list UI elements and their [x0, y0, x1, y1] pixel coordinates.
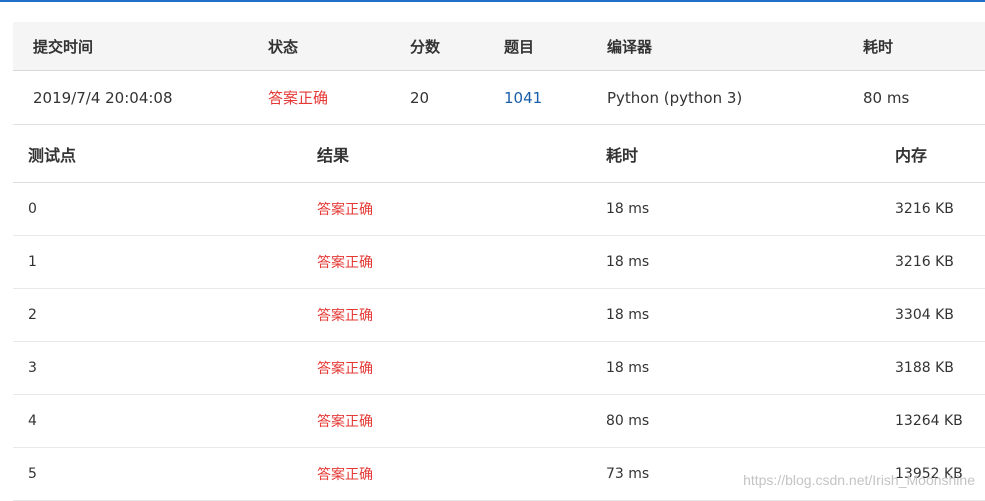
testcase-memory: 3304 KB [880, 288, 985, 342]
testcase-result: 答案正确 [302, 447, 591, 501]
testcase-memory: 3216 KB [880, 235, 985, 289]
testcase-id: 2 [13, 288, 302, 342]
testcase-result: 答案正确 [302, 288, 591, 342]
table-row: 4 答案正确 80 ms 13264 KB [13, 394, 985, 448]
testcase-memory: 3188 KB [880, 341, 985, 395]
testcase-time: 18 ms [591, 235, 880, 289]
testcase-id: 0 [13, 182, 302, 236]
testcase-result: 答案正确 [302, 341, 591, 395]
top-accent-line [0, 0, 985, 2]
testcase-id: 5 [13, 447, 302, 501]
testcase-table: 测试点 结果 耗时 内存 0 答案正确 18 ms 3216 KB 1 答案正确… [13, 126, 985, 501]
testcase-memory: 13264 KB [880, 394, 985, 448]
testcase-result: 答案正确 [302, 235, 591, 289]
testcase-time: 18 ms [591, 341, 880, 395]
submission-summary-table: 提交时间 状态 分数 题目 编译器 耗时 2019/7/4 20:04:08 答… [13, 22, 985, 125]
testcase-id: 3 [13, 341, 302, 395]
table-row: 2 答案正确 18 ms 3304 KB [13, 288, 985, 342]
status-value: 答案正确 [268, 70, 410, 125]
testcase-time: 18 ms [591, 288, 880, 342]
header-time: 耗时 [591, 126, 880, 183]
testcase-result: 答案正确 [302, 182, 591, 236]
watermark: https://blog.csdn.net/Irish_Moonshine [743, 472, 975, 488]
testcase-time: 80 ms [591, 394, 880, 448]
summary-row: 2019/7/4 20:04:08 答案正确 20 1041 Python (p… [13, 70, 985, 125]
header-testcase: 测试点 [13, 126, 302, 183]
header-score: 分数 [410, 22, 504, 71]
duration-value: 80 ms [863, 70, 985, 125]
testcase-memory: 3216 KB [880, 182, 985, 236]
compiler-value: Python (python 3) [607, 70, 863, 125]
submit-time-value: 2019/7/4 20:04:08 [13, 70, 268, 125]
score-value: 20 [410, 70, 504, 125]
header-status: 状态 [268, 22, 410, 71]
testcase-time: 18 ms [591, 182, 880, 236]
header-duration: 耗时 [863, 22, 985, 71]
table-row: 0 答案正确 18 ms 3216 KB [13, 182, 985, 236]
testcase-id: 1 [13, 235, 302, 289]
table-row: 3 答案正确 18 ms 3188 KB [13, 341, 985, 395]
header-compiler: 编译器 [607, 22, 863, 71]
summary-header-row: 提交时间 状态 分数 题目 编译器 耗时 [13, 22, 985, 71]
testcase-id: 4 [13, 394, 302, 448]
header-problem: 题目 [504, 22, 607, 71]
table-row: 1 答案正确 18 ms 3216 KB [13, 235, 985, 289]
header-result: 结果 [302, 126, 591, 183]
problem-link[interactable]: 1041 [504, 70, 607, 125]
testcase-result: 答案正确 [302, 394, 591, 448]
header-memory: 内存 [880, 126, 985, 183]
header-submit-time: 提交时间 [13, 22, 268, 71]
testcase-header-row: 测试点 结果 耗时 内存 [13, 126, 985, 183]
